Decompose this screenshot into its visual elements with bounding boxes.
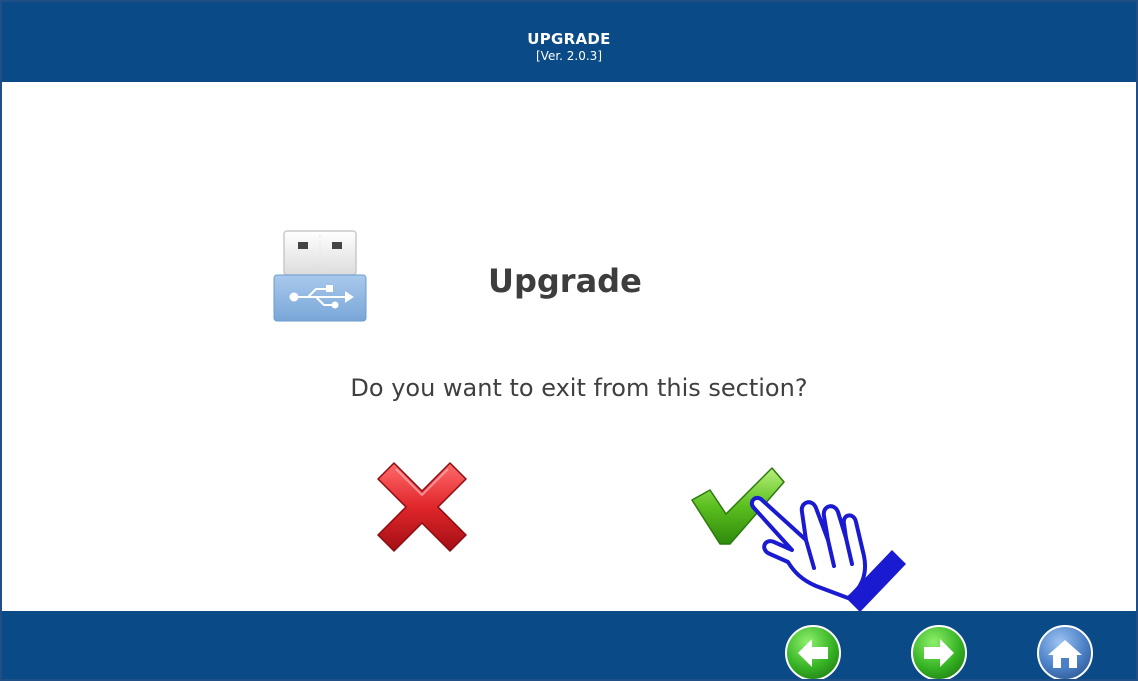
green-check-icon xyxy=(691,467,785,545)
home-icon xyxy=(1037,625,1093,679)
dialog-title: Upgrade xyxy=(488,262,642,300)
confirm-button[interactable] xyxy=(688,464,788,548)
arrow-right-icon xyxy=(911,625,967,679)
page-title: UPGRADE xyxy=(527,30,611,48)
arrow-left-icon xyxy=(785,625,841,679)
back-button[interactable] xyxy=(784,624,842,679)
header-bar: UPGRADE [Ver. 2.0.3] xyxy=(2,2,1136,82)
usb-drive-icon xyxy=(273,230,367,322)
app-window: UPGRADE [Ver. 2.0.3] Upgrade Do you want… xyxy=(0,0,1138,681)
footer-bar xyxy=(2,611,1136,679)
red-x-icon xyxy=(377,462,467,552)
forward-button[interactable] xyxy=(910,624,968,679)
version-label: [Ver. 2.0.3] xyxy=(535,49,603,63)
home-button[interactable] xyxy=(1036,624,1094,679)
cancel-button[interactable] xyxy=(374,457,470,553)
dialog-question: Do you want to exit from this section? xyxy=(350,374,808,402)
